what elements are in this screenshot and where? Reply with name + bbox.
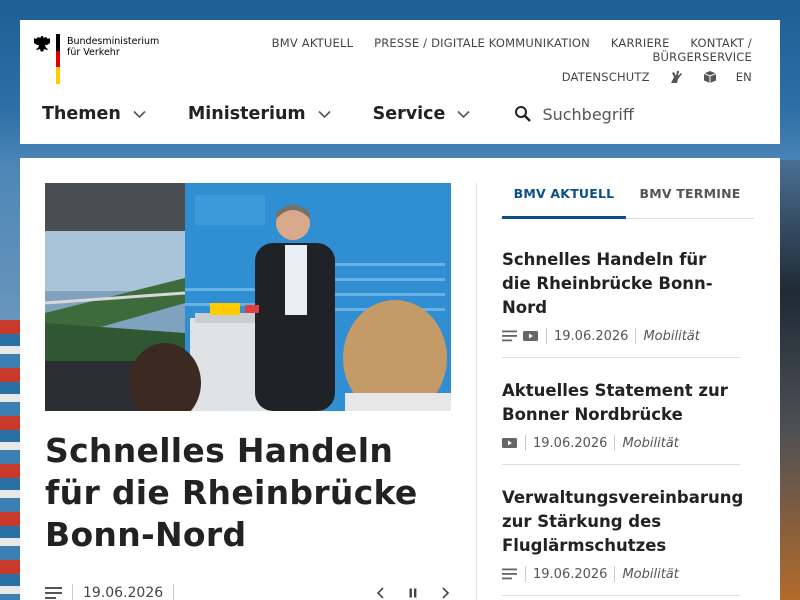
nav-themen-label: Themen <box>42 104 121 124</box>
news-meta: 19.06.2026 Mobilität <box>502 435 740 451</box>
previous-icon[interactable] <box>375 587 387 599</box>
meta-divider <box>546 328 547 344</box>
slider-controls <box>355 587 451 599</box>
list-item[interactable]: Schnelles Handeln für die Rheinbrücke Bo… <box>502 248 740 358</box>
flag-red <box>56 50 60 68</box>
search-input[interactable] <box>542 104 783 124</box>
nav-ministerium-label: Ministerium <box>187 104 306 124</box>
news-date: 19.06.2026 <box>554 328 629 344</box>
hero-title[interactable]: Schnelles Handeln für die Rheinbrücke Bo… <box>45 430 445 556</box>
chevron-down-icon <box>133 110 146 118</box>
nav-ministerium[interactable]: Ministerium <box>188 104 331 124</box>
next-icon[interactable] <box>439 587 451 599</box>
list-item[interactable]: Verwaltungsvereinbarung zur Stärkung des… <box>502 486 743 596</box>
easy-language-icon[interactable] <box>702 70 718 84</box>
link-karriere[interactable]: KARRIERE <box>611 36 670 50</box>
sign-language-icon[interactable] <box>668 70 684 84</box>
hero-meta: 19.06.2026 <box>45 584 451 600</box>
article-lines-icon <box>502 568 517 580</box>
main-content: Schnelles Handeln für die Rheinbrücke Bo… <box>20 158 780 600</box>
news-title[interactable]: Aktuelles Statement zur Bonner Nordbrück… <box>502 379 740 427</box>
hero-image[interactable] <box>45 183 451 411</box>
nav-service-label: Service <box>372 104 446 124</box>
meta-divider <box>614 435 616 451</box>
pause-icon[interactable] <box>407 587 419 599</box>
site-header: Bundesministerium für Verkehr BMV AKTUEL… <box>20 20 783 144</box>
ministry-logo[interactable]: Bundesministerium für Verkehr <box>32 34 159 85</box>
article-lines-icon <box>45 587 62 599</box>
news-title[interactable]: Verwaltungsvereinbarung zur Stärkung des… <box>502 486 743 558</box>
nav-themen[interactable]: Themen <box>42 104 146 124</box>
search-box <box>514 104 783 124</box>
news-list: Schnelles Handeln für die Rheinbrücke Bo… <box>502 248 743 600</box>
meta-divider <box>635 328 637 344</box>
video-icon <box>523 331 538 341</box>
flag-black <box>56 34 60 51</box>
logo-line-2: für Verkehr <box>67 47 120 58</box>
service-navigation: BMV AKTUELL PRESSE / DIGITALE KOMMUNIKAT… <box>172 36 752 84</box>
news-tabs: BMV AKTUELL BMV TERMINE <box>502 183 754 219</box>
language-switch[interactable]: EN <box>736 70 752 84</box>
news-date: 19.06.2026 <box>533 435 608 451</box>
news-meta: 19.06.2026 Mobilität <box>502 566 740 582</box>
meta-divider <box>614 566 616 582</box>
flag-bar <box>56 34 60 85</box>
article-lines-icon <box>502 330 517 342</box>
meta-divider <box>525 435 526 451</box>
column-divider <box>476 183 477 600</box>
flag-gold <box>56 67 60 85</box>
background-right <box>778 160 800 600</box>
link-datenschutz[interactable]: DATENSCHUTZ <box>562 70 650 84</box>
link-bmv-aktuell[interactable]: BMV AKTUELL <box>272 36 354 50</box>
search-icon[interactable] <box>514 105 532 123</box>
hero-date: 19.06.2026 <box>83 585 164 600</box>
news-category: Mobilität <box>622 566 679 582</box>
list-item[interactable]: Aktuelles Statement zur Bonner Nordbrück… <box>502 379 740 465</box>
meta-divider <box>525 566 526 582</box>
main-navigation: Themen Ministerium Service <box>42 104 783 124</box>
news-meta: 19.06.2026 Mobilität <box>502 328 740 344</box>
tab-bmv-aktuell[interactable]: BMV AKTUELL <box>502 183 626 219</box>
federal-eagle-icon <box>34 36 50 52</box>
meta-divider <box>72 584 73 600</box>
meta-divider <box>173 584 175 600</box>
chevron-down-icon <box>318 110 331 118</box>
link-presse[interactable]: PRESSE / DIGITALE KOMMUNIKATION <box>374 36 590 50</box>
news-date: 19.06.2026 <box>533 566 608 582</box>
tab-bmv-termine[interactable]: BMV TERMINE <box>626 183 754 219</box>
background-left <box>0 320 22 600</box>
logo-text: Bundesministerium für Verkehr <box>67 36 159 58</box>
news-category: Mobilität <box>643 328 700 344</box>
news-title[interactable]: Schnelles Handeln für die Rheinbrücke Bo… <box>502 248 740 320</box>
news-category: Mobilität <box>622 435 679 451</box>
video-icon <box>502 438 517 448</box>
nav-service[interactable]: Service <box>373 104 471 124</box>
logo-line-1: Bundesministerium <box>67 36 160 47</box>
chevron-down-icon <box>457 110 471 118</box>
